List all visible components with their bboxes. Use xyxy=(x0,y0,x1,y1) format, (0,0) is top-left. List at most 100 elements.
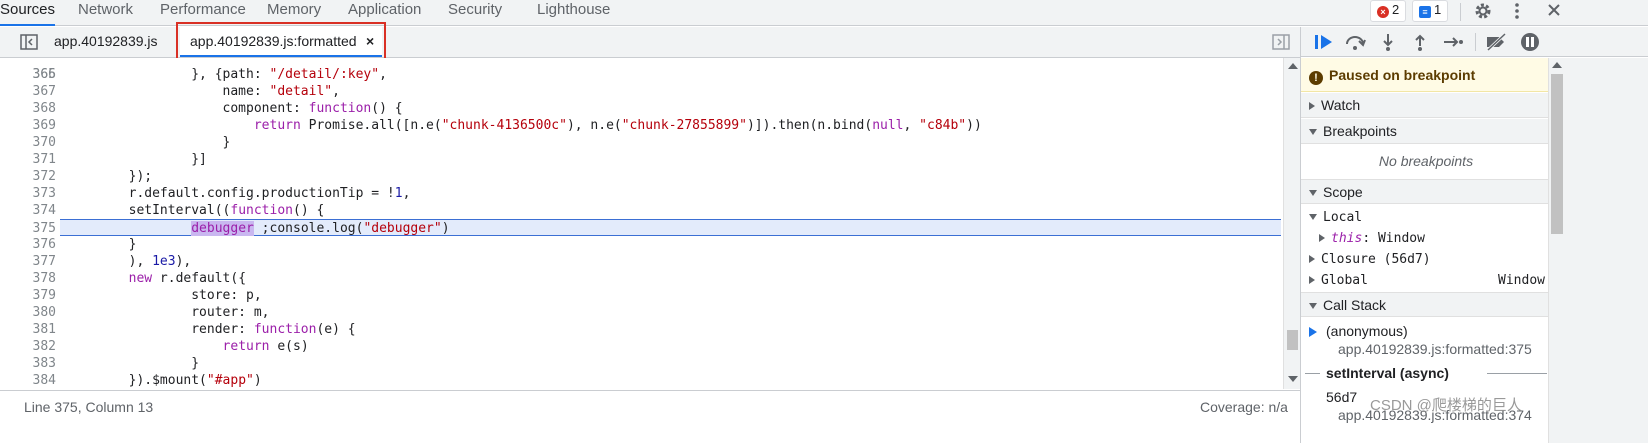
settings-gear-icon[interactable] xyxy=(1473,1,1493,21)
scroll-up-icon[interactable] xyxy=(1288,63,1298,69)
line-number[interactable]: 377 xyxy=(12,253,56,270)
tab-sources[interactable]: Sources xyxy=(0,0,56,26)
code-text: } xyxy=(66,135,231,150)
step-out-icon[interactable] xyxy=(1409,32,1431,52)
code-text: r.default.config.productionTip = !1, xyxy=(66,186,411,201)
code-text: path: "/detail/:key", xyxy=(66,67,387,82)
scope-section-header[interactable]: Scope xyxy=(1301,179,1551,204)
expand-arrow-icon xyxy=(1309,276,1315,284)
line-number[interactable]: 366 xyxy=(12,66,56,83)
code-editor[interactable]: 365 }, { 366 path: "/detail/:key", 367 na… xyxy=(0,58,1283,389)
message-count-badge[interactable]: ≡ 1 xyxy=(1412,0,1449,22)
line-number[interactable]: 383 xyxy=(12,355,56,372)
line-number[interactable]: 376 xyxy=(12,236,56,253)
code-line: 367 name: "detail", xyxy=(0,83,1283,100)
code-text: return e(s) xyxy=(222,339,309,354)
watermark-text: CSDN @爬楼梯的巨人 xyxy=(1370,397,1522,414)
line-number[interactable]: 381 xyxy=(12,321,56,338)
code-line: 377 ), 1e3), xyxy=(0,253,1283,270)
line-number[interactable]: 372 xyxy=(12,168,56,185)
error-count-badge[interactable]: × 2 xyxy=(1370,0,1407,22)
scope-this[interactable]: this: Window xyxy=(1301,228,1551,249)
tab-sources-label: Sources xyxy=(0,1,56,18)
line-number[interactable]: 380 xyxy=(12,304,56,321)
scope-global-label: Global xyxy=(1321,273,1368,288)
current-execution-line: 375 debugger ;console.log("debugger") xyxy=(33,219,1281,236)
code-line: 378 new r.default({ xyxy=(0,270,1283,287)
code-line: 372 }); xyxy=(0,168,1283,185)
line-number[interactable]: 374 xyxy=(12,202,56,219)
coverage-status[interactable]: Coverage: n/a xyxy=(1200,399,1288,415)
expand-arrow-icon xyxy=(1319,234,1325,242)
line-number[interactable]: 369 xyxy=(12,117,56,134)
step-icon[interactable] xyxy=(1442,32,1464,52)
line-number[interactable]: 379 xyxy=(12,287,56,304)
collapse-arrow-icon xyxy=(1309,302,1317,309)
line-number[interactable]: 367 xyxy=(12,83,56,100)
tab-security[interactable]: Security xyxy=(448,0,502,26)
watch-section-header[interactable]: Watch xyxy=(1301,93,1551,118)
call-frame-location[interactable]: app.40192839.js:formatted:375 xyxy=(1338,339,1532,360)
line-number[interactable]: 370 xyxy=(12,134,56,151)
error-count: 2 xyxy=(1392,2,1400,17)
section-title: Breakpoints xyxy=(1323,123,1397,139)
debugger-toolbar xyxy=(1301,27,1648,57)
scope-var-value: : Window xyxy=(1362,231,1425,246)
scroll-up-icon[interactable] xyxy=(1552,62,1562,68)
status-bar: Line 375, Column 13 Coverage: n/a xyxy=(0,390,1300,423)
code-text: ), 1e3), xyxy=(66,254,192,269)
more-options-icon[interactable] xyxy=(1510,1,1524,21)
line-number[interactable]: 384 xyxy=(12,372,56,389)
tab-lighthouse[interactable]: Lighthouse xyxy=(537,0,610,26)
breakpoints-section-header[interactable]: Breakpoints xyxy=(1301,119,1551,144)
scrollbar-thumb[interactable] xyxy=(1551,74,1563,234)
code-text: render: function(e) { xyxy=(66,322,356,337)
info-icon: ! xyxy=(1309,71,1323,85)
pause-on-exceptions-icon[interactable] xyxy=(1519,32,1541,52)
tab-application-label: Application xyxy=(348,1,422,18)
step-into-icon[interactable] xyxy=(1377,32,1399,52)
editor-tab-app-js[interactable]: app.40192839.js xyxy=(54,27,158,57)
scope-closure[interactable]: Closure (56d7) xyxy=(1301,249,1551,270)
code-text: } xyxy=(66,237,137,252)
resume-icon[interactable] xyxy=(1313,32,1335,52)
async-label: setInterval (async) xyxy=(1326,365,1449,381)
scope-global[interactable]: Global Window xyxy=(1301,270,1551,291)
code-text: } xyxy=(66,356,200,371)
code-line: 381 render: function(e) { xyxy=(0,321,1283,338)
code-text: }] xyxy=(66,152,207,167)
scope-closure-label: Closure (56d7) xyxy=(1321,252,1431,267)
scope-global-value: Window xyxy=(1498,273,1545,288)
editor-scrollbar[interactable] xyxy=(1283,58,1300,389)
line-number[interactable]: 382 xyxy=(12,338,56,355)
line-number[interactable]: 371 xyxy=(12,151,56,168)
scrollbar-thumb[interactable] xyxy=(1287,330,1298,350)
line-number[interactable]: 373 xyxy=(12,185,56,202)
tab-network[interactable]: Network xyxy=(78,0,133,26)
toggle-navigator-icon[interactable] xyxy=(20,34,38,50)
code-text: store: p, xyxy=(66,288,262,303)
code-line: 366 path: "/detail/:key", xyxy=(0,66,1283,83)
code-text: name: "detail", xyxy=(66,84,340,99)
code-line: 368 component: function() { xyxy=(0,100,1283,117)
scope-var-name: this xyxy=(1331,231,1363,246)
async-divider: setInterval (async) xyxy=(1301,363,1551,384)
scroll-down-icon[interactable] xyxy=(1288,376,1298,382)
toggle-debugger-sidebar-icon[interactable] xyxy=(1272,34,1290,50)
section-title: Watch xyxy=(1321,97,1361,113)
code-text: }); xyxy=(66,169,153,184)
step-over-icon[interactable] xyxy=(1344,32,1366,52)
line-number[interactable]: 375 xyxy=(12,220,56,237)
line-number[interactable]: 378 xyxy=(12,270,56,287)
code-line: 373 r.default.config.productionTip = !1, xyxy=(0,185,1283,202)
sidebar-scrollbar-track xyxy=(1548,58,1648,443)
call-stack-section-header[interactable]: Call Stack xyxy=(1301,292,1551,317)
cursor-position: Line 375, Column 13 xyxy=(24,399,154,415)
deactivate-breakpoints-icon[interactable] xyxy=(1485,32,1507,52)
code-line: 383 } xyxy=(0,355,1283,372)
close-devtools-icon[interactable] xyxy=(1546,2,1562,18)
section-title: Call Stack xyxy=(1323,297,1387,313)
scope-local[interactable]: Local xyxy=(1301,207,1551,228)
tab-lighthouse-label: Lighthouse xyxy=(537,1,611,18)
line-number[interactable]: 368 xyxy=(12,100,56,117)
